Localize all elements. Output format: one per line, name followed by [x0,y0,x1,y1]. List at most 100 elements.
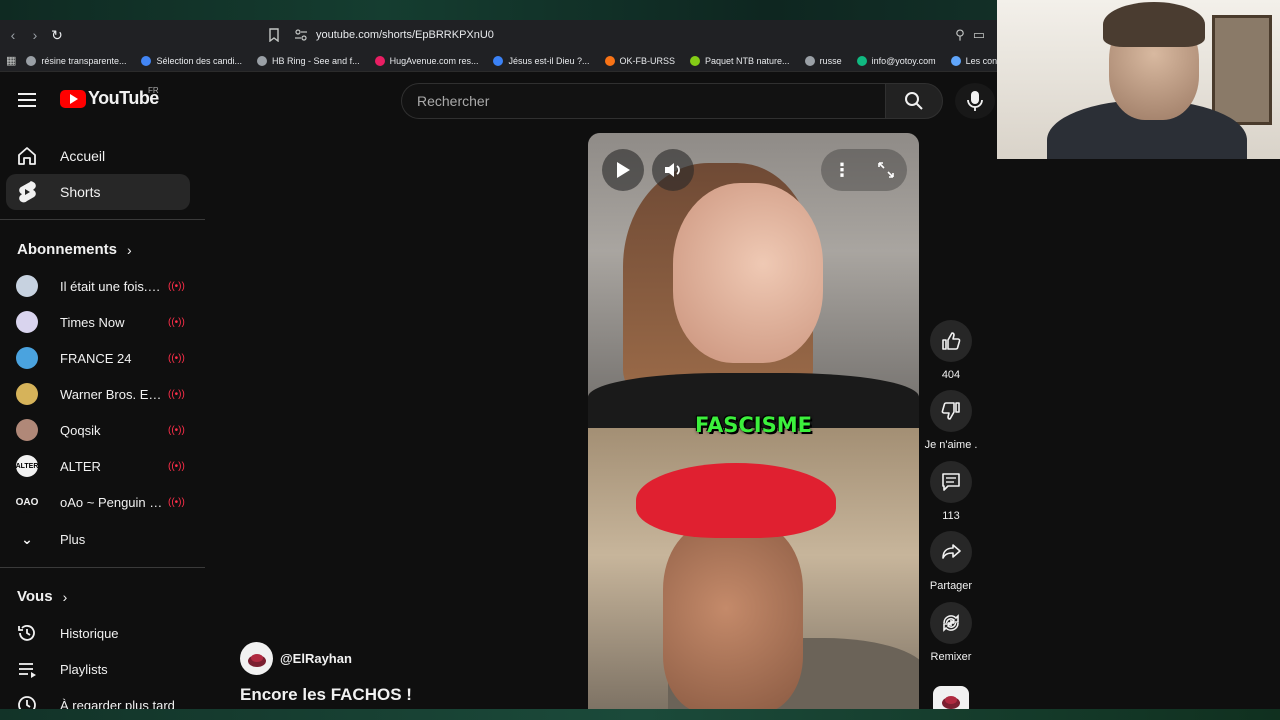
bookmark-favicon-icon [950,55,961,66]
remix-button[interactable] [930,602,972,644]
sidebar-item-label: Historique [60,625,119,641]
subscriptions-heading-label: Abonnements [17,241,118,258]
sidebar-item-playlists[interactable]: Playlists [16,654,186,684]
show-more-button[interactable]: ⌄ Plus [16,524,186,554]
more-options-button[interactable]: ⋮ [821,149,863,191]
chevron-right-icon: › [62,588,68,605]
remix-icon [943,614,959,632]
mute-button[interactable] [652,149,694,191]
bookmark-item[interactable]: OK-FB-URSS [604,55,676,66]
sidebar-item-shorts[interactable]: Shorts [6,174,190,210]
bookmark-favicon-icon [604,55,615,66]
share-label: Partager [929,580,973,592]
thumbs-up-icon [942,332,961,350]
share-button[interactable] [930,531,972,573]
video-title: Encore les FACHOS ! [240,685,412,704]
reload-icon[interactable]: ↻ [46,24,68,46]
browser-toolbar: ‹ › ↻ youtube.com/shorts/EpBRRKPXnU0 ⚲ ▭ [0,20,997,50]
search-button[interactable] [885,83,943,119]
comment-count: 113 [942,510,960,522]
live-indicator-icon: ((•)) [168,496,185,508]
subscription-label: FRANCE 24 [60,350,132,366]
subscription-label: Warner Bros. Ent... [60,386,164,402]
expand-icon [878,162,894,178]
bookmark-item[interactable]: HB Ring - See and f... [257,55,360,66]
back-icon[interactable]: ‹ [2,24,24,46]
subscription-item[interactable]: Il était une fois... ... ((•)) [16,271,186,301]
webcam-overlay [997,0,1280,159]
zoom-icon[interactable]: ⚲ [955,27,965,43]
menu-icon[interactable] [18,93,36,107]
bookmark-item[interactable]: Paquet NTB nature... [690,55,790,66]
shorts-video-player[interactable]: FASCISME ⋮ [588,133,919,711]
live-indicator-icon: ((•)) [168,316,185,328]
bookmark-item[interactable]: HugAvenue.com res... [374,55,478,66]
thumbs-down-icon [941,402,960,420]
bookmark-label: Les concours d'... [965,55,997,66]
subscription-label: oAo ~ Penguin J... [60,494,164,510]
share-icon [942,544,961,559]
voice-search-button[interactable] [955,83,995,119]
bookmark-label: Paquet NTB nature... [705,55,790,66]
dislike-button[interactable] [930,390,972,432]
webcam-person-hair [1103,2,1205,47]
desktop-background-bottom [0,709,1280,720]
bookmark-favicon-icon [493,55,504,66]
subscription-label: Times Now [60,314,125,330]
search-input[interactable] [401,83,885,119]
comment-button[interactable] [930,461,972,503]
channel-avatar: ALTER [16,455,38,477]
channel-avatar[interactable] [240,642,273,675]
subscriptions-heading[interactable]: Abonnements › [17,241,132,258]
subscription-label: Qoqsik [60,422,101,438]
channel-handle[interactable]: @ElRayhan [280,651,352,666]
playlist-icon [16,658,38,680]
screen: ‹ › ↻ youtube.com/shorts/EpBRRKPXnU0 ⚲ ▭… [0,0,1280,720]
cast-icon[interactable]: ▭ [973,27,985,43]
bookmark-item[interactable]: Les concours d'... [950,55,997,66]
live-indicator-icon: ((•)) [168,424,185,436]
sidebar-item-history[interactable]: Historique [16,618,186,648]
sidebar-item-label: Playlists [60,661,108,677]
bookmark-favicon-icon [690,55,701,66]
subscription-item[interactable]: OAO oAo ~ Penguin J... ((•)) [16,487,186,517]
sidebar: Accueil Shorts Abonnements › Il était un… [0,137,205,720]
woman-face [673,183,823,363]
you-heading[interactable]: Vous › [17,588,67,605]
red-beret [636,463,836,538]
country-code: FR [148,86,159,95]
bookmark-item[interactable]: Jésus est-il Dieu ?... [493,55,590,66]
sidebar-item-label: Shorts [60,184,101,200]
share-action: Partager [927,531,975,592]
youtube-logo[interactable]: YouTube FR [60,86,159,109]
show-more-label: Plus [60,531,86,547]
sidebar-item-label: Accueil [60,148,106,164]
apps-grid-icon[interactable]: ▦ [6,54,16,67]
history-icon [16,622,38,644]
sidebar-item-home[interactable]: Accueil [6,138,190,174]
fullscreen-button[interactable] [865,149,907,191]
microphone-icon [967,91,983,111]
bookmark-item[interactable]: info@yotoy.com [856,55,936,66]
subscription-item[interactable]: FRANCE 24 ((•)) [16,343,186,373]
like-button[interactable] [930,320,972,362]
channel-avatar [16,347,38,369]
like-count: 404 [941,369,961,381]
youtube-play-icon [60,89,86,108]
play-button[interactable] [602,149,644,191]
subscription-item[interactable]: Warner Bros. Ent... ((•)) [16,379,186,409]
comment-action: 113 [927,461,975,522]
forward-icon[interactable]: › [24,24,46,46]
shorts-icon [16,181,38,203]
subscription-item[interactable]: ALTER ALTER ((•)) [16,451,186,481]
subscription-item[interactable]: Qoqsik ((•)) [16,415,186,445]
bookmark-item[interactable]: russe [804,55,842,66]
bookmark-favicon-icon [374,55,385,66]
address-bar-url[interactable]: youtube.com/shorts/EpBRRKPXnU0 [316,29,494,41]
site-settings-icon[interactable] [294,28,308,42]
bookmark-item[interactable]: résine transparente... [26,55,126,66]
subscription-item[interactable]: Times Now ((•)) [16,307,186,337]
bookmark-item[interactable]: Sélection des candi... [141,55,242,66]
bookmark-icon[interactable] [268,28,280,42]
bookmark-label: OK-FB-URSS [619,55,676,66]
